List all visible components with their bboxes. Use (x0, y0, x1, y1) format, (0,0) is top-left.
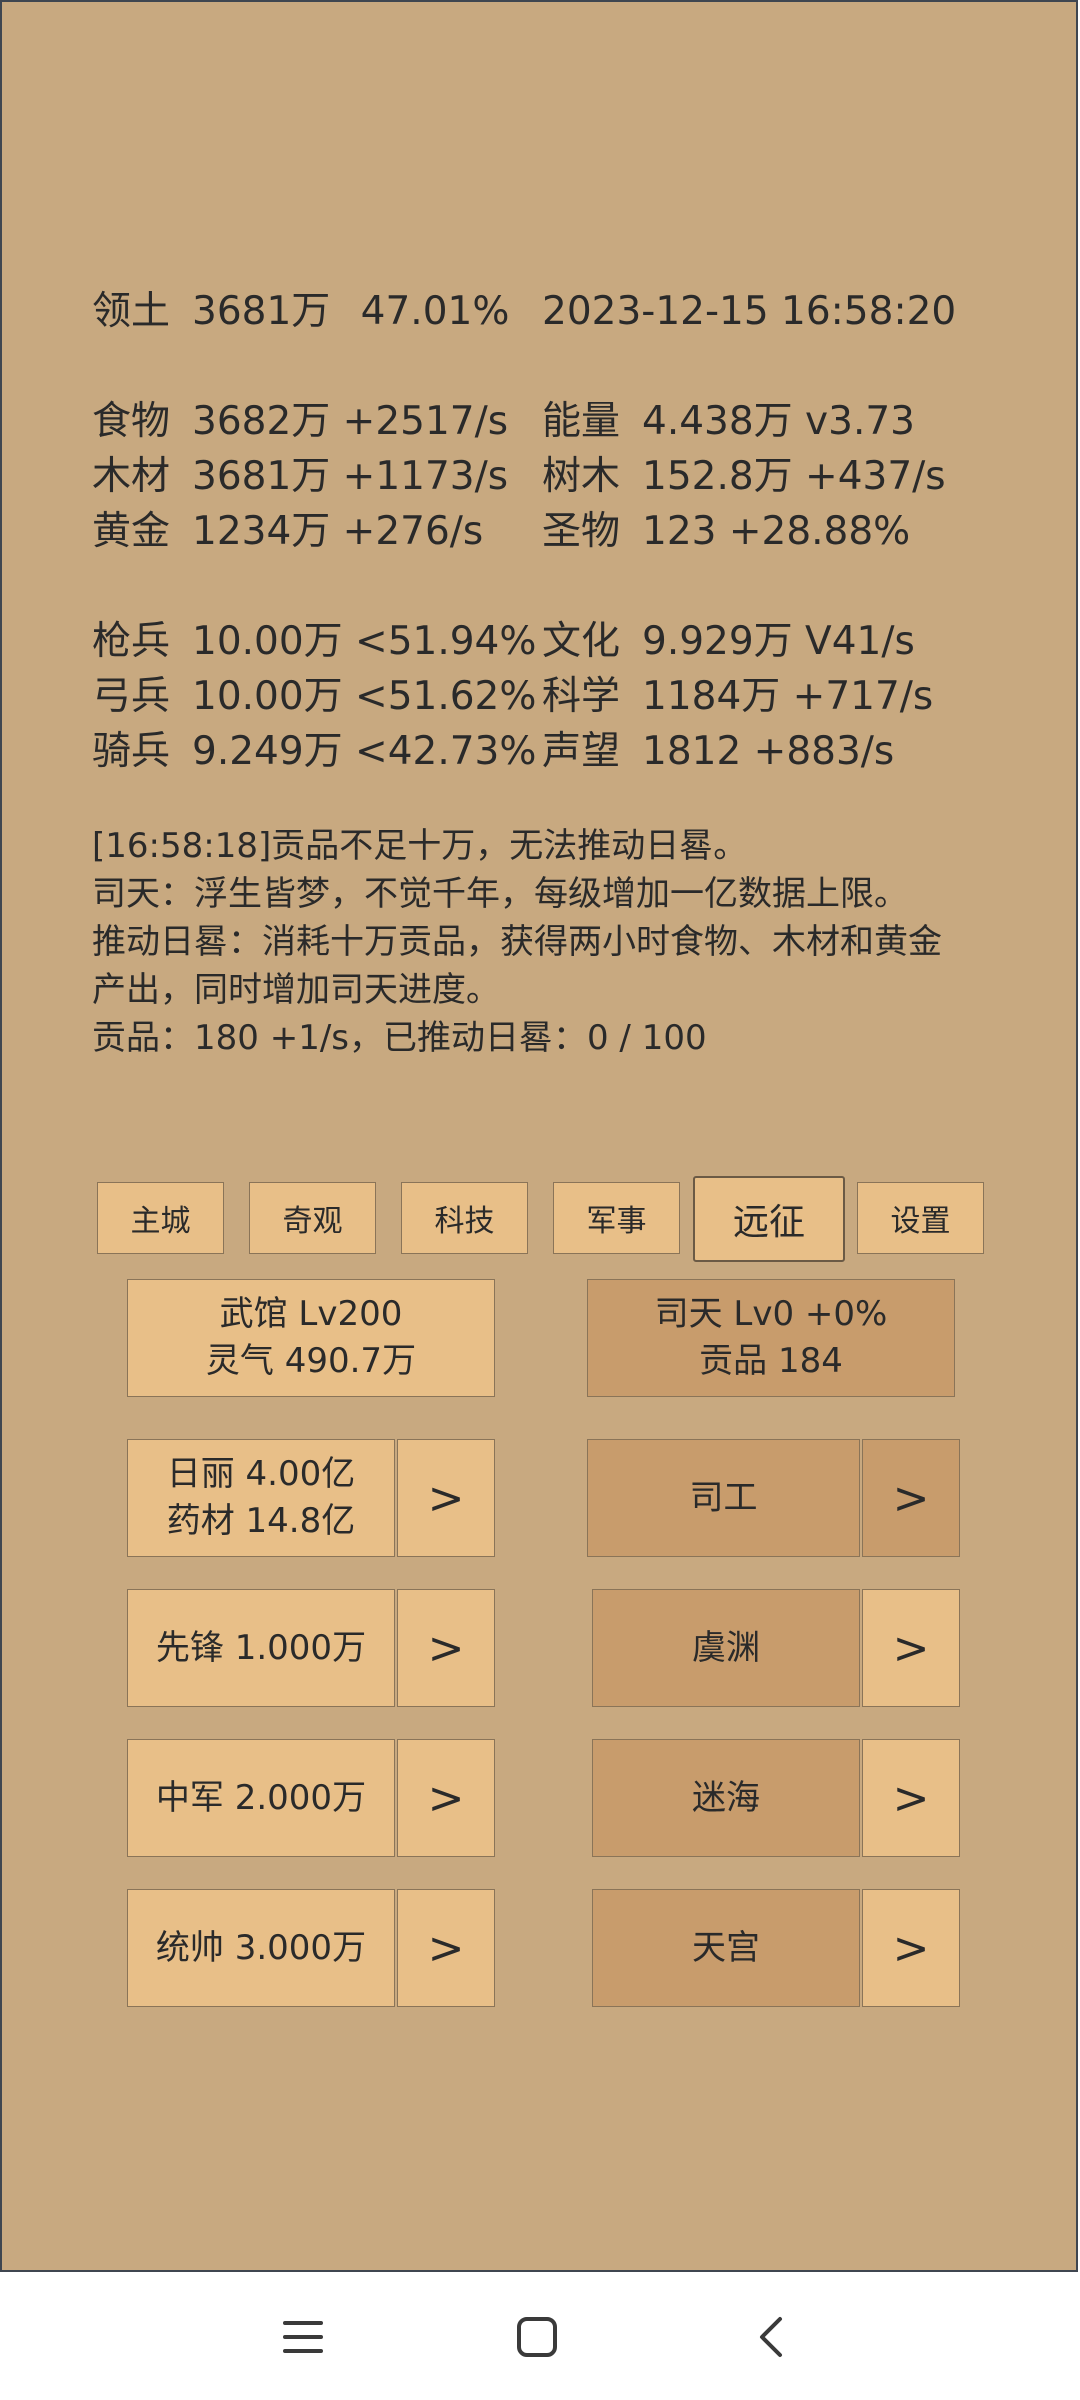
gold-label: 黄金 (92, 509, 171, 554)
log-line: 司天：浮生皆梦，不觉千年，每级增加一亿数据上限。 (92, 874, 908, 914)
prestige-label: 声望 (542, 729, 621, 774)
yuyuan-button[interactable]: 虞渊 (592, 1589, 860, 1707)
gold-value: 1234万 +276/s (192, 509, 484, 554)
mihai-button[interactable]: 迷海 (592, 1739, 860, 1857)
tiangong-arrow-button[interactable]: > (862, 1889, 960, 2007)
archers-label: 弓兵 (92, 674, 171, 719)
menu-icon[interactable] (268, 2302, 338, 2372)
science-value: 1184万 +717/s (642, 674, 934, 719)
wood-value: 3681万 +1173/s (192, 454, 509, 499)
resource-row-gold: 黄金 1234万 +276/s (92, 504, 508, 559)
rili-arrow-button[interactable]: > (397, 1439, 495, 1557)
tab-expedition[interactable]: 远征 (693, 1176, 845, 1262)
relics-value: 123 +28.88% (642, 509, 911, 554)
territory-percent: 47.01% (360, 289, 510, 334)
rili-value: 日丽 4.00亿 (166, 1454, 356, 1494)
log-line: 贡品：180 +1/s，已推动日晷：0 / 100 (92, 1018, 707, 1058)
wood-label: 木材 (92, 454, 171, 499)
energy-label: 能量 (542, 399, 621, 444)
central-army-arrow-button[interactable]: > (397, 1739, 495, 1857)
stat-row-science: 科学 1184万 +717/s (542, 669, 933, 724)
energy-value: 4.438万 v3.73 (642, 399, 915, 444)
commander-button[interactable]: 统帅 3.000万 (127, 1889, 395, 2007)
herbs-value: 药材 14.8亿 (166, 1501, 356, 1541)
territory-value: 3681万 (192, 289, 331, 334)
log-line: [16:58:18]贡品不足十万，无法推动日晷。 (92, 826, 748, 866)
resource-row-food: 食物 3682万 +2517/s (92, 394, 508, 449)
tab-main-city[interactable]: 主城 (97, 1182, 224, 1254)
tiangong-button[interactable]: 天宫 (592, 1889, 860, 2007)
science-label: 科学 (542, 674, 621, 719)
resources-left: 食物 3682万 +2517/s 木材 3681万 +1173/s 黄金 1234万 … (92, 394, 508, 559)
archers-value: 10.00万 <51.62% (192, 674, 537, 719)
culture-label: 文化 (542, 619, 621, 664)
tab-military[interactable]: 军事 (553, 1182, 680, 1254)
military-row-archer: 弓兵 10.00万 <51.62% (92, 669, 536, 724)
system-nav-bar (0, 2272, 1080, 2400)
log-line: 产出，同时增加司天进度。 (92, 970, 500, 1010)
datetime: 2023-12-15 16:58:20 (542, 289, 957, 334)
prestige-value: 1812 +883/s (642, 729, 895, 774)
cavalry-label: 骑兵 (92, 729, 171, 774)
header-stats: 领土 3681万 47.01% (92, 284, 509, 339)
log-line: 推动日晷：消耗十万贡品，获得两小时食物、木材和黄金 (92, 922, 942, 962)
home-square-icon[interactable] (502, 2302, 572, 2372)
resources-right: 能量 4.438万 v3.73 树木 152.8万 +437/s 圣物 123 +28… (542, 394, 946, 559)
spearmen-value: 10.00万 <51.94% (192, 619, 537, 664)
territory-label: 领土 (92, 289, 171, 334)
military-row-spear: 枪兵 10.00万 <51.94% (92, 614, 536, 669)
game-screen: 领土 3681万 47.01% 2023-12-15 16:58:20 食物 368… (0, 0, 1078, 2272)
military-left: 枪兵 10.00万 <51.94% 弓兵 10.00万 <51.62% 骑兵 9.24… (92, 614, 536, 779)
vanguard-arrow-button[interactable]: > (397, 1589, 495, 1707)
resource-row-wood: 木材 3681万 +1173/s (92, 449, 508, 504)
mihai-arrow-button[interactable]: > (862, 1739, 960, 1857)
resource-row-energy: 能量 4.438万 v3.73 (542, 394, 946, 449)
yuyuan-arrow-button[interactable]: > (862, 1589, 960, 1707)
tab-technology[interactable]: 科技 (401, 1182, 528, 1254)
military-row-cavalry: 骑兵 9.249万 <42.73% (92, 724, 536, 779)
wuguan-qi: 灵气 490.7万 (205, 1341, 417, 1381)
sitian-tribute: 贡品 184 (699, 1341, 843, 1381)
vanguard-button[interactable]: 先锋 1.000万 (127, 1589, 395, 1707)
stat-row-prestige: 声望 1812 +883/s (542, 724, 933, 779)
tab-settings[interactable]: 设置 (857, 1182, 984, 1254)
tab-wonders[interactable]: 奇观 (249, 1182, 376, 1254)
resource-row-relics: 圣物 123 +28.88% (542, 504, 946, 559)
commander-arrow-button[interactable]: > (397, 1889, 495, 2007)
sigong-button[interactable]: 司工 (587, 1439, 860, 1557)
wuguan-button[interactable]: 武馆 Lv200 灵气 490.7万 (127, 1279, 495, 1397)
stat-row-culture: 文化 9.929万 V41/s (542, 614, 933, 669)
cavalry-value: 9.249万 <42.73% (192, 729, 537, 774)
food-value: 3682万 +2517/s (192, 399, 509, 444)
resource-row-trees: 树木 152.8万 +437/s (542, 449, 946, 504)
sigong-arrow-button[interactable]: > (862, 1439, 960, 1557)
central-army-button[interactable]: 中军 2.000万 (127, 1739, 395, 1857)
culture-value: 9.929万 V41/s (642, 619, 915, 664)
wuguan-level: 武馆 Lv200 (219, 1294, 403, 1334)
sitian-button[interactable]: 司天 Lv0 +0% 贡品 184 (587, 1279, 955, 1397)
culture-right: 文化 9.929万 V41/s 科学 1184万 +717/s 声望 1812 +88… (542, 614, 933, 779)
sitian-level: 司天 Lv0 +0% (654, 1294, 888, 1334)
message-log: [16:58:18]贡品不足十万，无法推动日晷。 司天：浮生皆梦，不觉千年，每级… (92, 822, 1022, 1062)
rili-button[interactable]: 日丽 4.00亿 药材 14.8亿 (127, 1439, 395, 1557)
spearmen-label: 枪兵 (92, 619, 171, 664)
relics-label: 圣物 (542, 509, 621, 554)
back-chevron-icon[interactable] (737, 2302, 807, 2372)
food-label: 食物 (92, 399, 171, 444)
trees-label: 树木 (542, 454, 621, 499)
trees-value: 152.8万 +437/s (642, 454, 946, 499)
